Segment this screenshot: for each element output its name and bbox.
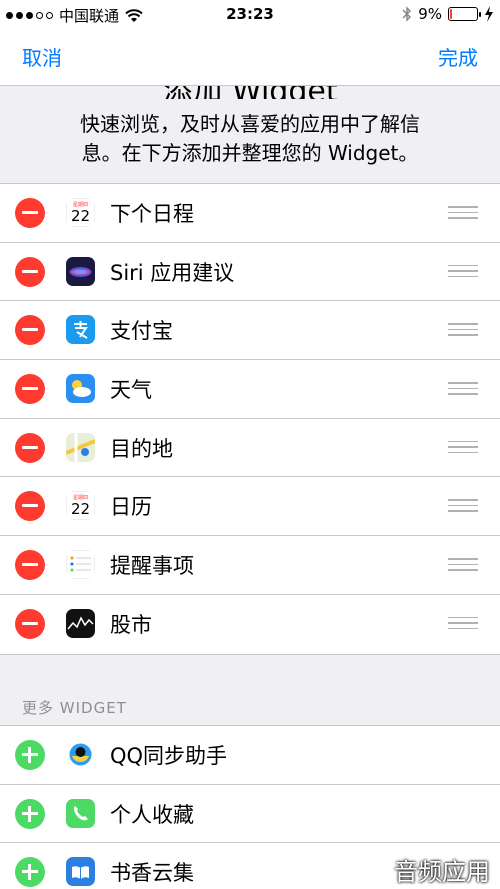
widget-row: 星期四 22 下个日程: [0, 184, 500, 243]
remove-button[interactable]: [15, 432, 45, 463]
weather-icon: [66, 374, 95, 404]
widget-label: 日历: [110, 495, 152, 520]
widget-label: 提醒事项: [110, 554, 194, 579]
qq-sync-icon: [66, 740, 95, 769]
remove-button[interactable]: [15, 608, 45, 639]
widget-label: 书香云集: [110, 861, 194, 886]
widget-label: Siri 应用建议: [110, 260, 235, 285]
reorder-handle-icon[interactable]: [448, 382, 478, 399]
remove-button[interactable]: [15, 374, 45, 405]
cancel-button[interactable]: 取消: [22, 42, 62, 71]
bluetooth-icon: [402, 6, 412, 22]
siri-icon: [66, 256, 95, 286]
widget-row: 支付宝: [0, 301, 500, 361]
maps-icon: [66, 432, 95, 462]
watermark: 音频应用: [394, 858, 490, 886]
section-header: 更多 WIDGET: [22, 699, 127, 717]
done-button[interactable]: 完成: [438, 42, 478, 71]
calendar-icon: 星期四 22: [66, 491, 95, 521]
reorder-handle-icon[interactable]: [448, 499, 478, 516]
reorder-handle-icon[interactable]: [448, 206, 478, 223]
remove-button[interactable]: [15, 491, 45, 522]
description: 快速浏览，及时从喜爱的应用中了解信 息。在下方添加并整理您的 Widget。: [0, 110, 500, 182]
reorder-handle-icon[interactable]: [448, 616, 478, 634]
widget-label: 下个日程: [110, 202, 194, 226]
reorder-handle-icon[interactable]: [448, 440, 478, 458]
nav-bar: 取消 完成 添加 Widget: [0, 28, 500, 99]
reminders-icon: [66, 550, 95, 580]
battery-level: [450, 9, 452, 19]
widget-row: 个人收藏: [0, 785, 500, 844]
widget-label: 目的地: [110, 436, 173, 461]
page-title: 添加 Widget: [0, 86, 500, 99]
remove-button[interactable]: [15, 256, 45, 287]
widget-row: 星期四 22 日历: [0, 477, 500, 537]
reorder-handle-icon[interactable]: [448, 558, 478, 575]
widget-label: 天气: [110, 378, 152, 403]
add-button[interactable]: [15, 798, 45, 829]
remove-button[interactable]: [15, 550, 45, 581]
reorder-handle-icon[interactable]: [448, 264, 478, 282]
add-button[interactable]: [15, 857, 45, 888]
alipay-icon: [66, 315, 95, 345]
widget-label: 个人收藏: [110, 802, 194, 827]
widget-row: 提醒事项: [0, 536, 500, 595]
calendar-icon: 星期四 22: [66, 198, 95, 227]
description-line-1: 快速浏览，及时从喜爱的应用中了解信: [80, 112, 420, 136]
widget-label: QQ同步助手: [110, 744, 228, 768]
widget-row: 天气: [0, 360, 500, 419]
widget-row: 目的地: [0, 419, 500, 478]
nav-divider: [0, 85, 500, 86]
svg-text:22: 22: [71, 207, 90, 225]
stocks-icon: [66, 608, 95, 638]
widget-row: Siri 应用建议: [0, 243, 500, 302]
remove-button[interactable]: [15, 198, 45, 228]
status-right: 9%: [402, 5, 494, 23]
title-clip: 添加 Widget: [0, 86, 500, 99]
widget-row: 股市: [0, 595, 500, 654]
status-bar: 中国联通 23:23 9%: [0, 0, 500, 28]
add-button[interactable]: [15, 740, 45, 770]
charging-bolt-icon: [485, 6, 493, 22]
remove-button[interactable]: [15, 315, 45, 346]
battery-percent: 9%: [418, 5, 442, 23]
description-line-2: 息。在下方添加并整理您的 Widget。: [81, 141, 419, 165]
widget-row: QQ同步助手: [0, 726, 500, 785]
phone-icon: [66, 798, 95, 828]
svg-text:22: 22: [71, 500, 90, 518]
widget-label: 支付宝: [110, 319, 173, 344]
active-widgets-list: 星期四 22 下个日程 Siri 应用建议 支付宝 天气 目的地 星期四 22 …: [0, 183, 500, 655]
battery-icon: [448, 7, 481, 21]
reorder-handle-icon[interactable]: [448, 323, 478, 340]
book-icon: [66, 857, 95, 887]
widget-label: 股市: [110, 612, 152, 637]
